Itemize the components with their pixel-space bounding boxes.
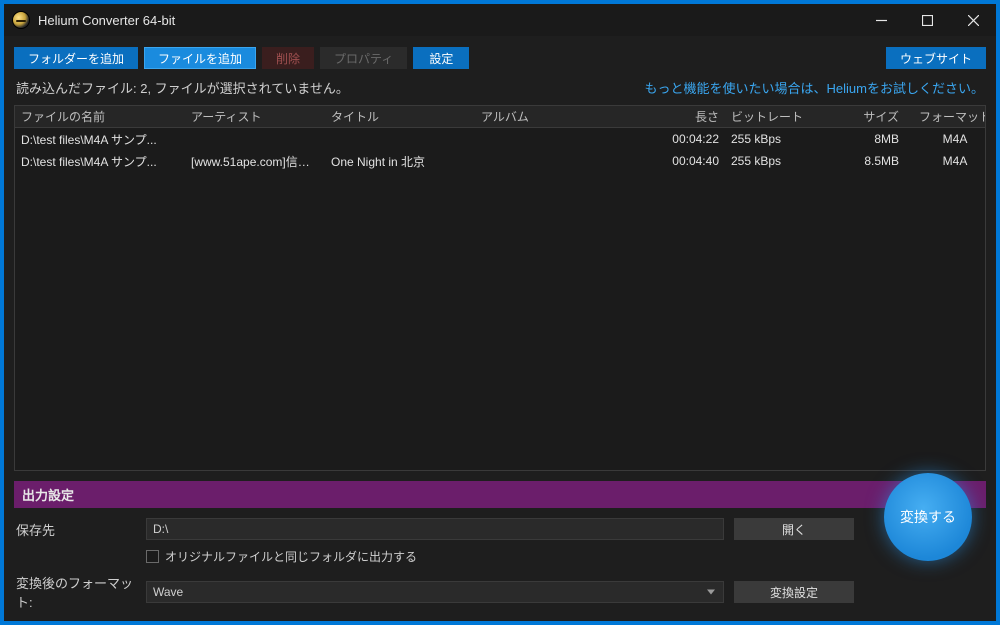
minimize-button[interactable] [858, 4, 904, 36]
toolbar: フォルダーを追加 ファイルを追加 削除 プロパティ 設定 ウェブサイト [4, 42, 996, 74]
window-buttons [858, 4, 996, 36]
output-grid: 保存先 開く オリジナルファイルと同じフォルダに出力する 変換後のフォーマット:… [14, 508, 986, 621]
dest-label: 保存先 [16, 520, 136, 539]
cell-length: 00:04:40 [635, 154, 725, 168]
delete-button: 削除 [262, 47, 314, 69]
same-folder-checkbox-line: オリジナルファイルと同じフォルダに出力する [146, 548, 854, 565]
add-file-button[interactable]: ファイルを追加 [144, 47, 256, 69]
cell-title: One Night in 北京 [325, 153, 475, 170]
status-left: 読み込んだファイル: 2, ファイルが選択されていません。 [16, 78, 349, 97]
website-button[interactable]: ウェブサイト [886, 47, 986, 69]
output-section-header: 出力設定 [14, 481, 986, 508]
cell-size: 8.5MB [825, 154, 905, 168]
app-icon [12, 11, 30, 29]
file-list-header: ファイルの名前 アーティスト タイトル アルバム 長さ ビットレート サイズ フ… [15, 106, 985, 128]
window-title: Helium Converter 64-bit [38, 13, 175, 28]
cell-length: 00:04:22 [635, 132, 725, 146]
format-select[interactable]: Wave [146, 581, 724, 603]
col-format[interactable]: フォーマット [905, 108, 986, 125]
cell-bitrate: 255 kBps [725, 154, 825, 168]
status-line: 読み込んだファイル: 2, ファイルが選択されていません。 もっと機能を使いたい… [4, 74, 996, 105]
file-list: ファイルの名前 アーティスト タイトル アルバム 長さ ビットレート サイズ フ… [14, 105, 986, 471]
same-folder-label: オリジナルファイルと同じフォルダに出力する [165, 548, 417, 565]
titlebar: Helium Converter 64-bit [4, 4, 996, 36]
close-icon [968, 15, 979, 26]
cell-format: M4A [905, 154, 985, 168]
open-button[interactable]: 開く [734, 518, 854, 540]
app-window: Helium Converter 64-bit フォルダーを追加 ファイルを追加… [4, 4, 996, 621]
dest-input[interactable] [146, 518, 724, 540]
cell-filename: D:\test files\M4A サンプ... [15, 153, 185, 170]
cell-artist: [www.51ape.com]信乐团 [185, 153, 325, 170]
table-row[interactable]: D:\test files\M4A サンプ... [www.51ape.com]… [15, 150, 985, 172]
properties-button: プロパティ [320, 47, 407, 69]
maximize-icon [922, 15, 933, 26]
col-length[interactable]: 長さ [635, 108, 725, 125]
minimize-icon [876, 15, 887, 26]
same-folder-checkbox[interactable] [146, 550, 159, 563]
file-list-body[interactable]: D:\test files\M4A サンプ... 00:04:22 255 kB… [15, 128, 985, 470]
format-label: 変換後のフォーマット: [16, 573, 136, 611]
format-select-value: Wave [153, 585, 183, 599]
settings-button[interactable]: 設定 [413, 47, 469, 69]
add-folder-button[interactable]: フォルダーを追加 [14, 47, 138, 69]
col-filename[interactable]: ファイルの名前 [15, 108, 185, 125]
col-size[interactable]: サイズ [825, 108, 905, 125]
table-row[interactable]: D:\test files\M4A サンプ... 00:04:22 255 kB… [15, 128, 985, 150]
col-album[interactable]: アルバム [475, 108, 635, 125]
close-button[interactable] [950, 4, 996, 36]
convert-button[interactable]: 変換する [884, 473, 972, 561]
col-title[interactable]: タイトル [325, 108, 475, 125]
col-bitrate[interactable]: ビットレート [725, 108, 825, 125]
maximize-button[interactable] [904, 4, 950, 36]
cell-size: 8MB [825, 132, 905, 146]
cell-bitrate: 255 kBps [725, 132, 825, 146]
status-right-link[interactable]: もっと機能を使いたい場合は、Heliumをお試しください。 [645, 78, 984, 97]
output-section: 出力設定 保存先 開く オリジナルファイルと同じフォルダに出力する 変換後のフォ… [14, 481, 986, 621]
cell-filename: D:\test files\M4A サンプ... [15, 131, 185, 148]
convert-settings-button[interactable]: 変換設定 [734, 581, 854, 603]
cell-format: M4A [905, 132, 985, 146]
col-artist[interactable]: アーティスト [185, 108, 325, 125]
